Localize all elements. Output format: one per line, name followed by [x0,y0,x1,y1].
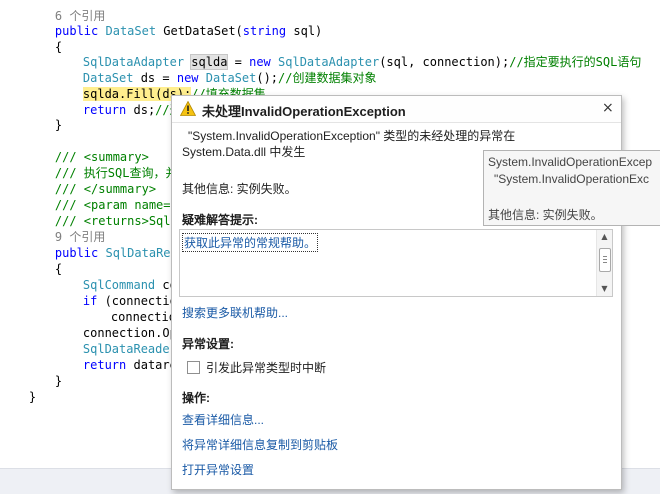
code-line: { [26,23,62,54]
grip-line [603,256,607,257]
keyword: return [82,358,127,372]
exception-tooltip: System.InvalidOperationExcep "System.Inv… [483,150,660,226]
keyword: string [242,24,287,38]
code-text: sql) [286,24,323,38]
tooltip-line: 其他信息: 实例失败。 [488,208,603,222]
grip-line [603,262,607,263]
actions-label: 操作: [182,391,210,405]
comment: //指定要执行的SQL语句 [509,55,642,69]
code-line: { [26,245,62,276]
code-line: } [26,101,62,132]
scroll-down-arrow-icon[interactable]: ▼ [597,282,612,296]
code-line: } [26,357,62,388]
keyword: return [82,103,127,117]
code-line-current-statement: sqlda.Fill(ds);//填充数据集 [54,70,266,101]
code-line: SqlDataAdapter sqlda = new SqlDataAdapte… [54,38,641,70]
code-line: DataSet ds = new DataSet();//创建数据集对象 [54,54,377,85]
break-on-exception-checkbox[interactable] [187,361,200,374]
scroll-up-arrow-icon[interactable]: ▲ [597,230,612,244]
search-online-help-link[interactable]: 搜索更多联机帮助... [182,304,288,321]
code-text: ds; [126,103,156,117]
tooltip-line: System.InvalidOperationExcep [488,155,653,169]
brace: } [54,374,63,388]
code-line: /// </summary> [26,165,156,196]
code-line: /// 执行SQL查询，并返 [26,149,190,180]
scroll-thumb[interactable] [599,248,611,272]
tips-scrollbar[interactable]: ▲ ▼ [596,230,612,296]
open-exception-settings-link[interactable]: 打开异常设置 [182,461,254,478]
brace: } [28,390,37,404]
close-button[interactable]: × [602,100,614,116]
exception-message-line: "System.InvalidOperationException" 类型的未经… [188,129,516,143]
tooltip-line: "System.InvalidOperationExc [494,172,649,186]
troubleshooting-tips-list[interactable]: 获取此异常的常规帮助。 ▲ ▼ [179,229,613,297]
view-details-link[interactable]: 查看详细信息... [182,411,264,428]
additional-info: 其他信息: 实例失败。 [182,182,297,196]
code-line: /// <summary> [26,133,149,164]
exception-header: 未处理InvalidOperationException × [172,96,621,123]
troubleshooting-tips-label: 疑难解答提示: [182,213,258,227]
grip-line [603,259,607,260]
code-text: GetDataSet( [156,24,243,38]
exception-title: 未处理InvalidOperationException [202,104,406,119]
general-help-link[interactable]: 获取此异常的常规帮助。 [182,233,319,252]
copy-details-link[interactable]: 将异常详细信息复制到剪贴板 [182,436,338,453]
code-text: (sql, connection); [379,55,510,69]
type-name: DataSet [105,24,157,38]
comment: //创建数据集对象 [278,71,377,85]
warning-icon [180,101,196,116]
exception-settings-label: 异常设置: [182,337,234,351]
code-line: public DataSet GetDataSet(string sql) [26,7,322,38]
code-line: } [0,373,36,404]
code-line-reference-hint: 9 个引用 [26,213,105,244]
break-on-exception-label[interactable]: 引发此异常类型时中断 [206,359,326,376]
brace: } [54,118,63,132]
